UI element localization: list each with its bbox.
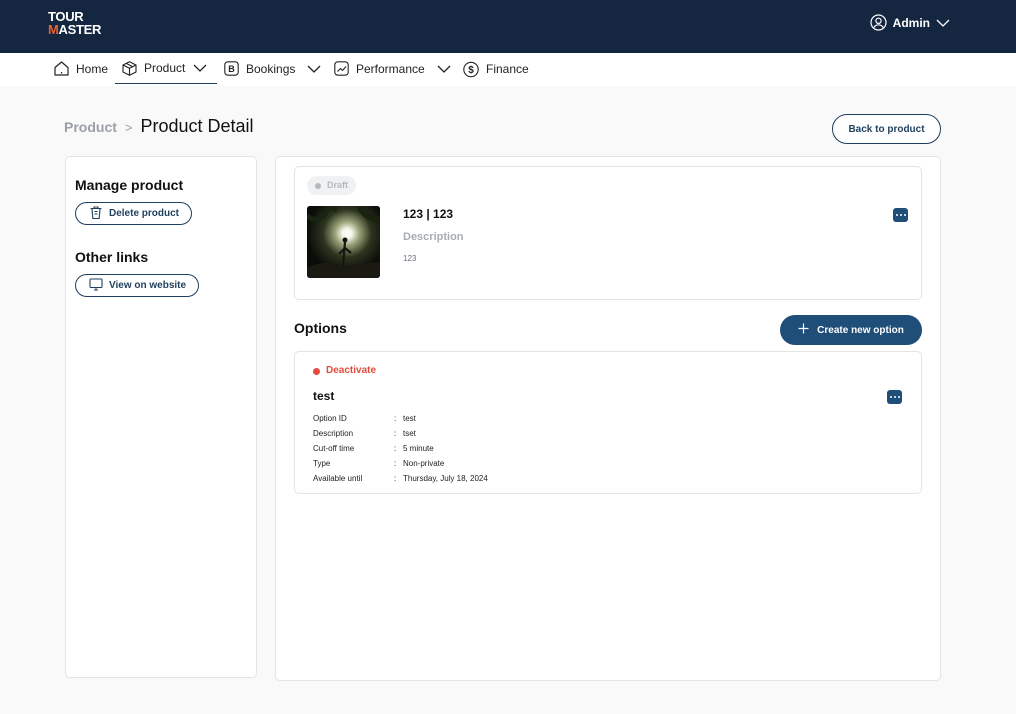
logo-text-bottom: MASTER <box>48 23 101 36</box>
detail-key: Description <box>313 429 354 438</box>
more-dots-icon <box>889 396 892 398</box>
nav-label-performance: Performance <box>356 61 425 76</box>
logo-accent-letter: M <box>48 22 59 37</box>
detail-value: Non-private <box>403 459 445 468</box>
more-dot <box>903 214 906 216</box>
nav-item-performance[interactable]: Performance <box>333 53 451 84</box>
product-more-button[interactable] <box>893 208 908 222</box>
box-icon <box>121 60 138 77</box>
top-bar: TOUR MASTER Admin <box>0 0 1016 53</box>
option-card: Deactivate test Option ID : test Descrip… <box>294 351 922 494</box>
create-new-option-label: Create new option <box>817 324 904 336</box>
nav-label-finance: Finance <box>486 61 529 76</box>
nav-label-home: Home <box>76 61 109 76</box>
delete-product-label: Delete product <box>109 208 180 219</box>
breadcrumb: Product > Product Detail <box>64 116 254 137</box>
manage-product-heading: Manage product <box>75 177 184 193</box>
product-thumbnail <box>307 206 380 278</box>
detail-colon: : <box>394 459 397 468</box>
nav-label-product: Product <box>144 61 186 75</box>
breadcrumb-product-link[interactable]: Product <box>64 119 117 135</box>
detail-colon: : <box>394 474 397 483</box>
bookings-icon: B <box>223 60 240 77</box>
logo-text-rest: ASTER <box>58 22 102 37</box>
breadcrumb-separator: > <box>124 120 133 135</box>
detail-colon: : <box>394 444 397 453</box>
back-to-product-button[interactable]: Back to product <box>832 114 941 144</box>
nav-item-home[interactable]: Home <box>53 53 108 84</box>
product-name: 123 | 123 <box>403 207 454 221</box>
chevron-down-icon <box>437 65 451 73</box>
view-on-website-button[interactable]: View on website <box>75 274 200 297</box>
chevron-down-icon <box>307 65 321 73</box>
nav-item-finance[interactable]: $ Finance <box>462 53 529 84</box>
detail-colon: : <box>394 429 397 438</box>
detail-value: Thursday, July 18, 2024 <box>403 474 488 483</box>
view-on-website-label: View on website <box>109 280 187 291</box>
detail-key: Cut-off time <box>313 444 355 453</box>
option-details: Option ID : test Description : tset Cut-… <box>313 411 488 486</box>
option-detail-row: Option ID : test <box>313 411 488 426</box>
option-name: test <box>313 389 335 403</box>
manage-sidebar: Manage product Delete product Other link… <box>65 156 257 678</box>
nav-label-bookings: Bookings <box>246 61 296 76</box>
nav-item-bookings[interactable]: B Bookings <box>223 53 321 84</box>
main-nav: Home Product B Bookings Performance $ Fi… <box>0 53 1016 86</box>
detail-key: Type <box>313 459 331 468</box>
detail-key: Option ID <box>313 414 347 423</box>
more-dot <box>899 214 902 216</box>
chart-icon <box>333 60 350 77</box>
detail-value: test <box>403 414 416 423</box>
chevron-down-icon <box>193 64 207 72</box>
user-circle-icon <box>870 14 887 31</box>
chevron-down-icon <box>936 19 950 27</box>
detail-value: tset <box>403 429 416 438</box>
option-detail-row: Cut-off time : 5 minute <box>313 441 488 456</box>
page-title: Product Detail <box>140 116 254 136</box>
product-description: 123 <box>403 254 417 263</box>
trash-icon <box>89 205 103 223</box>
detail-value: 5 minute <box>403 444 434 453</box>
option-detail-row: Description : tset <box>313 426 488 441</box>
option-detail-row: Available until : Thursday, July 18, 202… <box>313 471 488 486</box>
detail-colon: : <box>394 414 397 423</box>
more-dot <box>897 396 900 398</box>
svg-text:B: B <box>228 64 235 74</box>
user-name: Admin <box>892 15 930 30</box>
option-more-button[interactable] <box>887 390 902 404</box>
option-detail-row: Type : Non-private <box>313 456 488 471</box>
nav-item-product[interactable]: Product <box>115 53 217 84</box>
tourmaster-logo[interactable]: TOUR MASTER <box>48 10 102 38</box>
description-label: Description <box>403 231 464 243</box>
other-links-heading: Other links <box>75 249 149 265</box>
home-icon <box>53 60 70 77</box>
product-card: Draft 123 | 123 Description 123 <box>294 166 922 300</box>
more-dot <box>893 396 896 398</box>
delete-product-button[interactable]: Delete product <box>75 202 193 225</box>
user-menu[interactable]: Admin <box>870 14 950 31</box>
more-dots-icon <box>895 214 898 216</box>
monitor-icon <box>89 277 103 294</box>
detail-key: Available until <box>313 474 363 483</box>
dollar-icon: $ <box>462 60 480 78</box>
svg-text:$: $ <box>468 65 474 76</box>
options-heading: Options <box>294 320 347 336</box>
status-badge: Draft <box>307 176 357 195</box>
option-status: Deactivate <box>313 365 376 376</box>
plus-icon <box>798 323 809 337</box>
create-new-option-button[interactable]: Create new option <box>780 315 922 345</box>
